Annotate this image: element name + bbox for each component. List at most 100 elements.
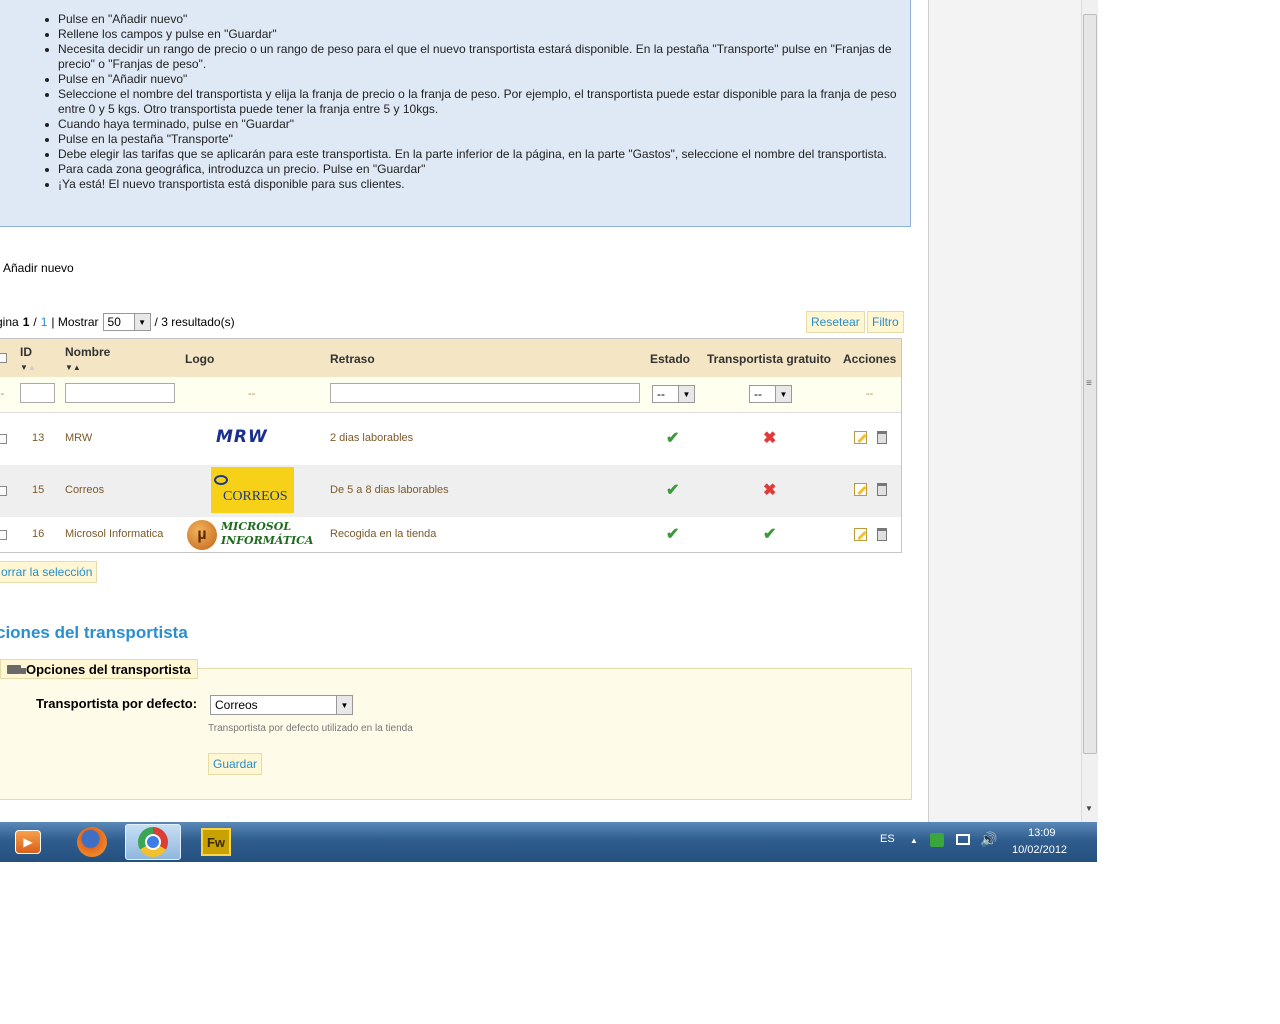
admin-page: Pulse en "Añadir nuevo" Rellene los campo… [0,0,928,822]
help-step: Rellene los campos y pulse en "Guardar" [45,27,908,42]
clock-date[interactable]: 10/02/2012 [1012,844,1067,856]
pager-show-label: | Mostrar [51,315,99,329]
help-step: Pulse en la pestaña "Transporte" [45,132,908,147]
chevron-down-icon: ▼ [678,386,694,402]
scroll-down-icon[interactable]: ▼ [1085,804,1093,813]
check-icon[interactable]: ✔ [666,524,679,544]
scroll-grip-icon: ≡ [1086,378,1092,389]
row-name: Correos [65,484,105,496]
sync-icon[interactable] [930,833,944,847]
edit-icon[interactable] [854,431,867,444]
row-id: 16 [32,528,45,540]
pager-prefix: gina [0,315,19,329]
media-player-taskbar-item[interactable]: ▶ [0,824,56,860]
row-delay: 2 dias laborables [330,432,414,444]
filter-free-select[interactable]: -- ▼ [749,385,792,403]
trash-icon[interactable] [877,528,887,541]
reset-button[interactable]: Resetear [806,311,865,333]
volume-icon[interactable]: 🔊 [980,831,997,848]
check-icon[interactable]: ✔ [763,524,776,544]
filter-name-input[interactable] [65,383,175,403]
cross-icon[interactable]: ✖ [763,428,776,448]
per-page-select[interactable]: 50 ▼ [102,313,151,331]
clock-time[interactable]: 13:09 [1028,827,1056,839]
per-page-value: 50 [107,315,121,329]
browser-gutter: ≡ [928,0,1090,822]
results-count: / 3 resultado(s) [154,315,235,329]
show-hidden-icons-icon[interactable]: ▲ [910,836,918,845]
pager-page: 1 [22,315,30,329]
pager-sep: / [33,315,37,329]
col-free: Transportista gratuito [707,352,832,366]
chevron-down-icon: ▼ [133,314,150,330]
cross-icon[interactable]: ✖ [763,480,776,500]
add-new-link[interactable]: Añadir nuevo [3,261,74,275]
filter-status-select[interactable]: -- ▼ [652,385,695,403]
row-checkbox[interactable] [0,434,7,444]
help-step: Cuando haya terminado, pulse en "Guardar… [45,117,908,132]
row-delay: De 5 a 8 dias laborables [330,484,449,496]
pager-total[interactable]: 1 [41,315,48,329]
carrier-options-fieldset [0,668,912,800]
row-name: Microsol Informatica [65,528,164,540]
microsol-logo-icon: µ [187,520,217,550]
default-carrier-value: Correos [215,698,258,712]
correos-logo-text: CORREOS [223,489,288,504]
trash-icon[interactable] [877,483,887,496]
fireworks-icon: Fw [201,828,231,856]
col-delay: Retraso [330,352,375,366]
sort-name-icon[interactable]: ▼▲ [65,363,81,372]
col-name: Nombre [65,345,111,359]
help-step: Debe elegir las tarifas que se aplicarán… [45,147,908,162]
col-status: Estado [650,352,691,366]
vertical-scrollbar[interactable]: ≡ ▼ [1081,0,1098,822]
row-delay: Recogida en la tienda [330,528,437,540]
filter-delay-input[interactable] [330,383,640,403]
check-icon[interactable]: ✔ [666,480,679,500]
row-checkbox[interactable] [0,530,7,540]
help-step: Necesita decidir un rango de precio o un… [45,42,908,72]
chevron-down-icon: ▼ [336,696,352,714]
filter-row: -- -- -- ▼ -- ▼ -- [0,377,901,413]
table-row[interactable]: 16 Microsol Informatica µ MICROSOL INFOR… [0,517,901,552]
table-row[interactable]: 13 MRW MRW 2 dias laborables ✔ ✖ [0,413,901,466]
filter-logo-dash: -- [248,388,256,400]
filter-cb-dash: -- [0,388,5,400]
firefox-icon [77,827,107,857]
check-icon[interactable]: ✔ [666,428,679,448]
edit-icon[interactable] [854,528,867,541]
filter-button[interactable]: Filtro [867,311,904,333]
carrier-options-legend: Opciones del transportista [0,659,198,679]
table-row[interactable]: 15 Correos CORREOS De 5 a 8 dias laborab… [0,465,901,518]
row-id: 13 [32,432,45,444]
delete-selection-button[interactable]: orrar la selección [0,561,98,583]
edit-icon[interactable] [854,483,867,496]
filter-id-input[interactable] [20,383,55,403]
language-indicator[interactable]: ES [880,833,895,845]
row-name: MRW [65,432,93,444]
taskbar: ▶ Fw ES ▲ 🔊 13:09 10/02/2012 [0,822,1097,862]
table-header: ID ▼▲ Nombre ▼▲ Logo Retraso Estado Tran… [0,339,901,377]
save-button[interactable]: Guardar [208,753,263,775]
sort-id-icon[interactable]: ▼▲ [20,363,36,372]
chevron-down-icon: ▼ [775,386,791,402]
correos-logo: CORREOS [211,467,294,513]
chrome-taskbar-item[interactable] [125,824,181,860]
help-step: Pulse en "Añadir nuevo" [45,72,908,87]
mrw-logo: MRW [216,427,268,447]
select-all-checkbox[interactable] [0,353,7,363]
row-checkbox[interactable] [0,486,7,496]
trash-icon[interactable] [877,431,887,444]
truck-icon [7,664,26,674]
firefox-taskbar-item[interactable] [64,824,120,860]
default-carrier-select[interactable]: Correos ▼ [210,695,353,715]
help-step: Pulse en "Añadir nuevo" [45,12,908,27]
fireworks-taskbar-item[interactable]: Fw [188,824,244,860]
horn-icon [214,475,228,485]
carriers-table: ID ▼▲ Nombre ▼▲ Logo Retraso Estado Tran… [0,338,902,553]
filter-status-value: -- [657,387,665,401]
col-actions: Acciones [843,352,897,366]
default-carrier-label: Transportista por defecto: [36,696,198,711]
chrome-icon [138,827,168,857]
network-icon[interactable] [956,834,970,845]
